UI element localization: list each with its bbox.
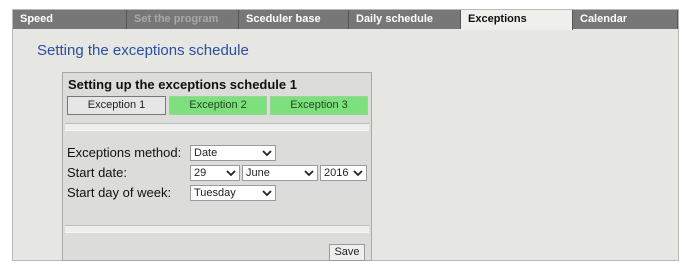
start-date-month-value: June — [246, 167, 270, 179]
start-date-day-value: 29 — [194, 167, 207, 179]
divider-bottom — [65, 225, 369, 233]
chevron-down-icon — [261, 186, 273, 200]
tab-sceduler-base[interactable]: Sceduler base — [239, 10, 349, 29]
subtab-exception-2[interactable]: Exception 2 — [169, 96, 267, 115]
save-button[interactable]: Save — [329, 244, 365, 261]
app-frame: Speed Set the program Sceduler base Dail… — [12, 9, 679, 261]
chevron-down-icon — [261, 146, 273, 160]
start-date-label: Start date: — [67, 165, 127, 180]
tab-bar: Speed Set the program Sceduler base Dail… — [13, 10, 678, 30]
subtab-exception-3[interactable]: Exception 3 — [270, 96, 368, 115]
exceptions-method-label: Exceptions method: — [67, 145, 182, 160]
start-date-year-select[interactable]: 2016 — [320, 165, 367, 181]
tab-set-the-program: Set the program — [127, 10, 239, 29]
chevron-down-icon — [303, 166, 315, 180]
start-day-value: Tuesday — [194, 187, 236, 199]
subtab-exception-1[interactable]: Exception 1 — [67, 96, 166, 115]
chevron-down-icon — [225, 166, 237, 180]
start-day-label: Start day of week: — [67, 185, 172, 200]
divider-top — [65, 123, 369, 131]
exceptions-panel: Setting up the exceptions schedule 1 Exc… — [62, 72, 372, 261]
tab-speed[interactable]: Speed — [13, 10, 127, 29]
tab-exceptions[interactable]: Exceptions — [461, 10, 573, 30]
panel-title: Setting up the exceptions schedule 1 — [68, 77, 297, 92]
exceptions-method-value: Date — [194, 147, 218, 159]
start-date-year-value: 2016 — [324, 167, 349, 179]
start-date-month-select[interactable]: June — [242, 165, 318, 181]
tab-calendar[interactable]: Calendar — [573, 10, 678, 29]
tab-daily-schedule[interactable]: Daily schedule — [349, 10, 461, 29]
start-date-day-select[interactable]: 29 — [190, 165, 240, 181]
chevron-down-icon — [352, 166, 364, 180]
exceptions-method-select[interactable]: Date — [190, 145, 276, 161]
start-day-select[interactable]: Tuesday — [190, 185, 276, 201]
page-title: Setting the exceptions schedule — [37, 42, 249, 59]
